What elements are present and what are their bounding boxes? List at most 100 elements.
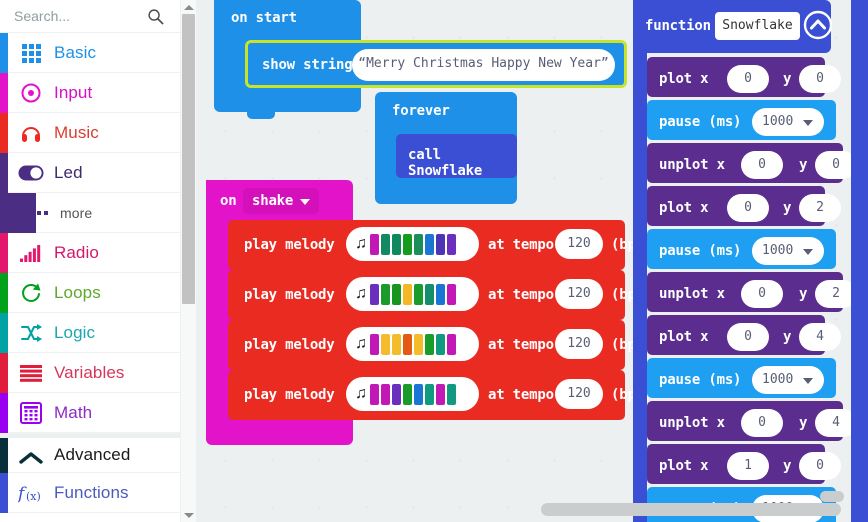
calculator-icon: [18, 393, 44, 433]
music-note-icon: ♫: [355, 235, 367, 252]
search-input[interactable]: [14, 8, 134, 24]
melody-editor-field[interactable]: ♫: [346, 377, 479, 411]
block-call-snowflake[interactable]: call Snowflake: [396, 134, 517, 179]
block-unplot[interactable]: unplot x0y0: [647, 143, 857, 183]
sidebar-item-label: Variables: [54, 362, 125, 382]
plot-y-field[interactable]: 0: [799, 452, 841, 480]
block-plot[interactable]: plot x 1 y 0: [647, 444, 841, 484]
block-unplot[interactable]: unplot x0y4: [647, 401, 857, 441]
plot-y-field[interactable]: 0: [799, 65, 841, 93]
sidebar-item-input[interactable]: Input: [0, 73, 180, 113]
sidebar-scrollbar-thumb[interactable]: [182, 14, 195, 304]
plot-x-label: plot x: [659, 458, 709, 474]
block-play-melody[interactable]: play melody ♫ at tempo 120 (bpm): [228, 220, 652, 270]
unplot-x-field[interactable]: 0: [741, 409, 783, 437]
plot-y-value: 2: [816, 200, 824, 215]
block-plot[interactable]: plot x 0 y 2: [647, 186, 841, 226]
tempo-field[interactable]: 120: [555, 329, 603, 359]
category-color-strip: [0, 353, 8, 393]
unplot-x-label: unplot x: [659, 286, 725, 302]
function-header[interactable]: function Snowflake: [633, 0, 833, 53]
sidebar-item-advanced[interactable]: Advanced: [0, 433, 180, 478]
plot-x-value: 0: [744, 200, 752, 215]
show-string-label: show string: [262, 57, 353, 73]
pause-duration-dropdown[interactable]: 1000: [752, 108, 824, 136]
unplot-x-label: unplot x: [659, 415, 725, 431]
block-unplot[interactable]: unplot x0y2: [647, 272, 857, 312]
plot-y-field[interactable]: 4: [799, 323, 841, 351]
collapse-chevron-up-icon[interactable]: [803, 10, 833, 40]
on-shake-event-dropdown[interactable]: shake: [243, 188, 319, 214]
workspace-corner-scrollbar-thumb[interactable]: [820, 491, 844, 502]
category-color-strip: [0, 33, 8, 73]
plot-x-label: plot x: [659, 71, 709, 87]
sidebar-item-label: Math: [54, 402, 93, 422]
search-icon[interactable]: [147, 8, 164, 25]
plot-x-field[interactable]: 0: [727, 323, 769, 351]
function-name-field[interactable]: Snowflake: [715, 12, 800, 40]
at-tempo-label: at tempo: [488, 337, 554, 353]
sidebar-scroll-down-icon[interactable]: [181, 508, 196, 522]
workspace-h-scrollbar-thumb[interactable]: [541, 503, 841, 516]
plot-x-field[interactable]: 1: [727, 452, 769, 480]
sidebar-item-label: Input: [54, 82, 93, 102]
unplot-x-value: 0: [758, 415, 766, 430]
sidebar-item-music[interactable]: Music: [0, 113, 180, 153]
block-play-melody[interactable]: play melody ♫ at tempo 120 (bpm): [228, 370, 652, 420]
block-play-melody[interactable]: play melody ♫ at tempo 120 (bpm): [228, 270, 652, 320]
melody-editor-field[interactable]: ♫: [346, 327, 479, 361]
tempo-field[interactable]: 120: [555, 229, 603, 259]
sidebar-item-label: Radio: [54, 242, 99, 262]
sidebar-item-functions[interactable]: f (x) Functions: [0, 473, 180, 513]
plot-y-field[interactable]: 2: [799, 194, 841, 222]
play-melody-label: play melody: [244, 387, 335, 403]
sidebar-item-radio[interactable]: Radio: [0, 233, 180, 273]
sidebar-item-more[interactable]: more: [0, 193, 180, 233]
sidebar-item-led[interactable]: Led: [0, 153, 180, 193]
melody-editor-field[interactable]: ♫: [346, 277, 479, 311]
block-play-melody[interactable]: play melody ♫ at tempo 120 (bpm): [228, 320, 652, 370]
workspace-right-edge-strip: [851, 0, 868, 522]
category-color-strip: [0, 273, 8, 313]
sidebar-item-loops[interactable]: Loops: [0, 273, 180, 313]
tempo-field[interactable]: 120: [555, 279, 603, 309]
ellipsis-icon: [30, 193, 50, 233]
show-string-text-field[interactable]: “Merry Christmas Happy New Year”: [352, 49, 615, 81]
block-pause[interactable]: pause (ms) 1000: [647, 229, 836, 269]
block-pause[interactable]: pause (ms) 1000: [647, 358, 836, 398]
plot-x-value: 1: [744, 458, 752, 473]
pause-duration-value: 1000: [762, 372, 794, 387]
plot-y-label: y: [783, 71, 792, 87]
pause-duration-dropdown[interactable]: 1000: [752, 366, 824, 394]
tempo-value: 120: [567, 236, 591, 251]
show-string-value: “Merry Christmas Happy New Year”: [358, 56, 609, 71]
svg-text:(x): (x): [26, 490, 41, 503]
pause-label: pause (ms): [659, 114, 742, 130]
unplot-x-field[interactable]: 0: [741, 151, 783, 179]
sidebar-item-label: Loops: [54, 282, 101, 302]
block-plot[interactable]: plot x 0 y 0: [647, 57, 841, 97]
block-function-snowflake[interactable]: function Snowflake plot x 0 y 0 pause (ms) 10…: [633, 0, 857, 522]
plot-x-field[interactable]: 0: [727, 65, 769, 93]
sidebar-item-logic[interactable]: Logic: [0, 313, 180, 353]
block-show-string[interactable]: show string “Merry Christmas Happy New Y…: [245, 40, 627, 88]
pause-duration-dropdown[interactable]: 1000: [752, 237, 824, 265]
category-color-strip: [0, 233, 8, 273]
melody-bars: [370, 233, 456, 255]
block-plot[interactable]: plot x 0 y 4: [647, 315, 841, 355]
melody-editor-field[interactable]: ♫: [346, 227, 479, 261]
on-shake-prefix: on: [220, 193, 237, 209]
tempo-field[interactable]: 120: [555, 379, 603, 409]
sidebar-item-basic[interactable]: Basic: [0, 33, 180, 73]
category-color-strip: [0, 438, 8, 478]
category-color-strip: [0, 153, 8, 193]
sidebar-scroll-up-icon[interactable]: [181, 0, 196, 14]
sidebar-item-variables[interactable]: Variables: [0, 353, 180, 393]
plot-x-field[interactable]: 0: [727, 194, 769, 222]
sidebar-item-label: Logic: [54, 322, 96, 342]
chevron-down-icon: [803, 249, 813, 255]
unplot-x-field[interactable]: 0: [741, 280, 783, 308]
sidebar-item-math[interactable]: Math: [0, 393, 180, 433]
blocks-workspace[interactable]: on start show string “Merry Christmas Ha…: [196, 0, 868, 522]
block-pause[interactable]: pause (ms) 1000: [647, 100, 836, 140]
